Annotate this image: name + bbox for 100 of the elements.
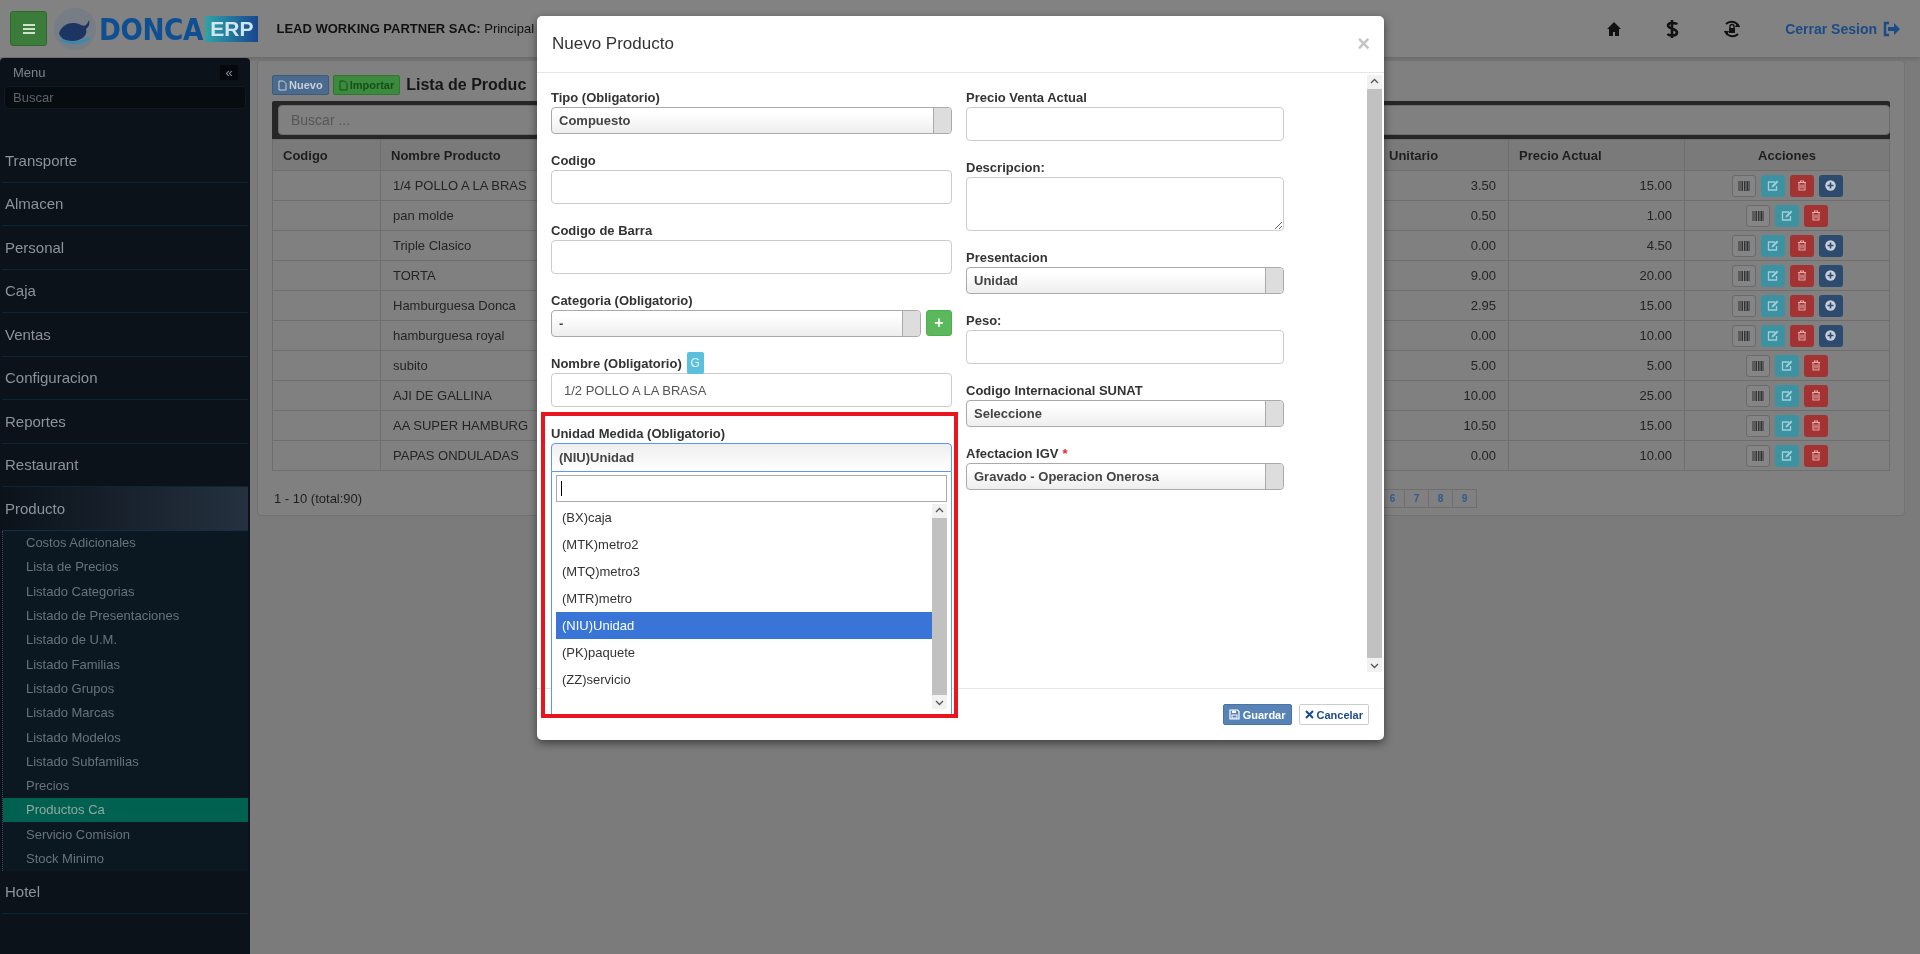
scrollbar[interactable] (1367, 75, 1382, 672)
delete-button[interactable] (1804, 414, 1828, 437)
select-field[interactable]: Compuesto (551, 107, 952, 134)
scrollbar[interactable] (932, 504, 947, 709)
text-field[interactable] (551, 170, 952, 204)
chevron-down-icon[interactable] (1370, 663, 1379, 669)
barcode-icon (1737, 330, 1750, 341)
barcode-button[interactable] (1731, 324, 1756, 347)
select-field[interactable]: Unidad (966, 267, 1284, 294)
add-button[interactable] (1818, 264, 1843, 287)
barcode-button[interactable] (1731, 234, 1756, 257)
column-header: Acciones (1684, 139, 1890, 171)
edit-button[interactable] (1775, 204, 1799, 227)
dropdown-option[interactable]: (MTQ)metro3 (556, 558, 932, 585)
add-button[interactable] (1818, 174, 1843, 197)
plus-circle-icon (1825, 300, 1836, 311)
barcode-button[interactable] (1746, 354, 1770, 377)
edit-icon (1781, 450, 1793, 461)
submenu-item[interactable]: Listado Categorias (3, 579, 248, 604)
chevron-down-icon[interactable] (935, 700, 944, 706)
delete-button[interactable] (1804, 384, 1828, 407)
barcode-button[interactable] (1746, 204, 1770, 227)
dropdown-option[interactable]: (ZZ)servicio (556, 666, 932, 693)
edit-button[interactable] (1760, 234, 1785, 257)
barcode-button[interactable] (1731, 264, 1756, 287)
barcode-button[interactable] (1731, 294, 1756, 317)
edit-button[interactable] (1760, 324, 1785, 347)
barcode-button[interactable] (1746, 384, 1770, 407)
menu-item[interactable]: Almacen (2, 182, 248, 226)
edit-icon (1781, 390, 1793, 401)
select-field[interactable]: Seleccione (966, 400, 1284, 427)
menu-item[interactable]: Personal (2, 226, 248, 270)
dropdown-option[interactable]: (PK)paquete (556, 639, 932, 666)
submenu-item[interactable]: Lista de Precios (3, 554, 248, 580)
select-field[interactable]: Gravado - Operacion Onerosa (966, 463, 1284, 490)
submenu-item[interactable]: Listado Grupos (3, 676, 248, 701)
text-field[interactable] (966, 107, 1284, 141)
submenu-item[interactable]: Listado de Presentaciones (3, 603, 248, 628)
submenu-item[interactable]: Precios (3, 773, 248, 798)
toolbar-button[interactable]: Importar (332, 75, 401, 95)
menu-item[interactable]: Transporte (2, 139, 248, 183)
menu-item[interactable]: Caja (2, 269, 248, 313)
text-field[interactable] (966, 330, 1284, 364)
barcode-button[interactable] (1746, 444, 1770, 467)
submenu-item[interactable]: Listado Modelos (3, 724, 248, 750)
logout-link[interactable]: Cerrar Sesion (1785, 20, 1900, 37)
select-field[interactable]: (NIU)Unidad (551, 443, 952, 472)
lock-refresh-icon[interactable] (1722, 18, 1743, 39)
submenu-item[interactable]: Productos Ca (3, 797, 248, 823)
select-field[interactable]: - (551, 310, 921, 337)
menu-button[interactable] (10, 11, 47, 46)
menu-item[interactable]: Reportes (2, 400, 248, 444)
dropdown-option[interactable]: (NIU)Unidad (556, 612, 932, 639)
current-price: 20.00 (1639, 268, 1672, 283)
menu-item[interactable]: Hotel (2, 870, 248, 915)
add-button[interactable] (1818, 234, 1843, 257)
chevron-up-icon[interactable] (935, 507, 944, 513)
submenu-item[interactable]: Listado Marcas (3, 700, 248, 725)
text-field[interactable] (551, 240, 952, 274)
edit-button[interactable] (1760, 264, 1785, 287)
edit-button[interactable] (1775, 444, 1799, 467)
edit-button[interactable] (1775, 354, 1799, 377)
add-category-button[interactable]: + (926, 310, 952, 336)
submenu-item[interactable]: Listado Subfamilias (3, 749, 248, 774)
submenu-item[interactable]: Stock Minimo (3, 846, 248, 871)
edit-icon (1781, 360, 1793, 371)
collapse-button[interactable]: « (220, 64, 238, 80)
text-field[interactable]: 1/2 POLLO A LA BRASA (551, 373, 952, 407)
save-button[interactable]: Guardar (1222, 704, 1292, 725)
unit-price: 0.50 (1470, 208, 1496, 223)
cancel-button[interactable]: Cancelar (1298, 704, 1369, 725)
toolbar-button[interactable]: Nuevo (272, 75, 329, 95)
delete-button[interactable] (1804, 204, 1828, 227)
delete-button[interactable] (1804, 354, 1828, 377)
submenu-item[interactable]: Servicio Comision (3, 822, 248, 847)
add-button[interactable] (1818, 324, 1843, 347)
barcode-button[interactable] (1746, 414, 1770, 437)
menu-search-field[interactable]: Buscar (4, 86, 246, 109)
edit-button[interactable] (1760, 174, 1785, 197)
field-label: Codigo (551, 152, 596, 168)
dropdown-option[interactable]: (BX)caja (556, 504, 932, 531)
dropdown-option[interactable]: (MTK)metro2 (556, 531, 932, 558)
edit-button[interactable] (1775, 384, 1799, 407)
edit-button[interactable] (1760, 294, 1785, 317)
add-button[interactable] (1818, 294, 1843, 317)
edit-button[interactable] (1775, 414, 1799, 437)
dollar-icon[interactable] (1665, 18, 1680, 39)
delete-button[interactable] (1804, 444, 1828, 467)
dropdown-option[interactable]: (MTR)metro (556, 585, 932, 612)
chevron-up-icon[interactable] (1370, 78, 1379, 84)
menu-item[interactable]: Ventas (2, 313, 248, 357)
text-area[interactable] (966, 177, 1284, 231)
dropdown-search-field[interactable] (556, 475, 947, 502)
submenu-item[interactable]: Listado Familias (3, 652, 248, 677)
menu-item[interactable]: Configuracion (2, 356, 248, 400)
menu-item[interactable]: Producto (2, 487, 248, 531)
submenu-item[interactable]: Listado de U.M. (3, 627, 248, 652)
barcode-button[interactable] (1731, 174, 1756, 197)
submenu-item[interactable]: Costos Adicionales (3, 530, 248, 555)
home-icon[interactable] (1606, 20, 1623, 37)
